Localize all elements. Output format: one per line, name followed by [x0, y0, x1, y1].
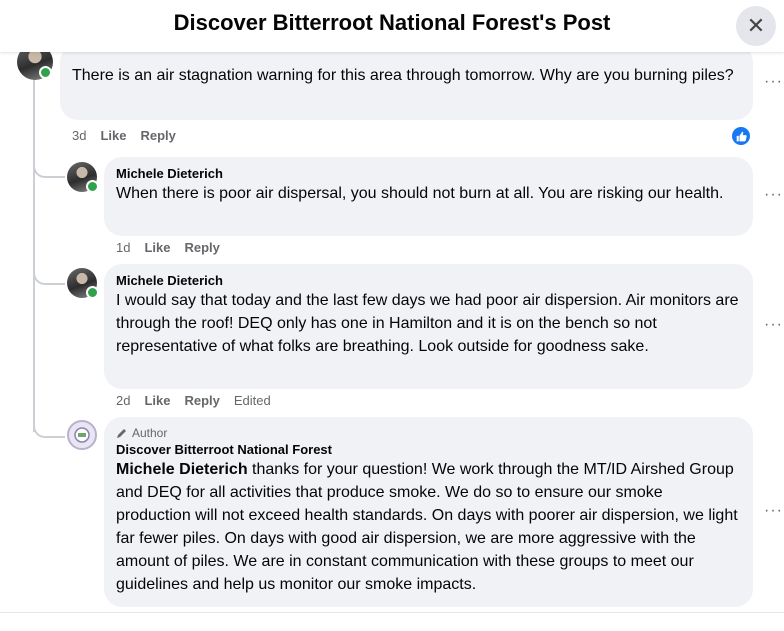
comment-time[interactable]: 3d: [72, 128, 86, 143]
comment-text: There is an air stagnation warning for t…: [72, 67, 734, 84]
comment-author[interactable]: Michele Dieterich: [116, 165, 741, 182]
comment-bubble: Author Discover Bitterroot National Fore…: [104, 417, 753, 607]
thread-line: [33, 72, 35, 432]
online-status-icon: [39, 66, 52, 79]
comment-bubble: There is an air stagnation warning for t…: [60, 44, 753, 120]
forest-logo-icon: [74, 427, 90, 443]
thread-connector: [33, 410, 65, 438]
comment-body: thanks for your question! We work throug…: [116, 461, 738, 593]
edited-label: Edited: [233, 393, 271, 408]
reply-button[interactable]: Reply: [184, 240, 219, 255]
comment-actions: 1d Like Reply: [116, 240, 220, 255]
page-avatar[interactable]: [67, 420, 97, 450]
page-title: Discover Bitterroot National Forest's Po…: [173, 10, 611, 35]
comment-text: When there is poor air dispersal, you sh…: [116, 185, 724, 202]
comment-bubble: Michele Dieterich When there is poor air…: [104, 157, 753, 236]
pencil-icon: [117, 429, 126, 438]
more-options-icon[interactable]: ···: [764, 502, 783, 520]
like-button[interactable]: Like: [144, 240, 170, 255]
online-status-icon: [86, 286, 99, 299]
like-reaction-icon[interactable]: [732, 127, 750, 145]
reply-button[interactable]: Reply: [140, 128, 175, 143]
close-button[interactable]: ✕: [736, 6, 776, 46]
online-status-icon: [86, 180, 99, 193]
comment-author[interactable]: Michele Dieterich: [116, 272, 741, 289]
like-button[interactable]: Like: [144, 393, 170, 408]
reply-button[interactable]: Reply: [184, 393, 219, 408]
comment-time[interactable]: 1d: [116, 240, 130, 255]
comment-time[interactable]: 2d: [116, 393, 130, 408]
comment-actions: 3d Like Reply: [72, 128, 176, 143]
more-options-icon[interactable]: ···: [764, 73, 783, 91]
comment-bubble: Michele Dieterich I would say that today…: [104, 264, 753, 389]
author-badge-label: Author: [132, 426, 168, 440]
thread-connector: [33, 255, 65, 285]
comment-author[interactable]: Discover Bitterroot National Forest: [116, 441, 741, 458]
comment-actions: 2d Like Reply Edited: [116, 393, 271, 408]
thread-connector: [33, 150, 65, 178]
like-button[interactable]: Like: [100, 128, 126, 143]
mention-link[interactable]: Michele Dieterich: [116, 461, 248, 478]
comment-text: Michele Dieterich thanks for your questi…: [116, 458, 741, 596]
close-icon: ✕: [746, 13, 766, 38]
more-options-icon[interactable]: ···: [764, 186, 783, 204]
more-options-icon[interactable]: ···: [764, 316, 783, 334]
author-badge: Author: [116, 425, 741, 441]
comment-composer-edge: [0, 612, 784, 631]
post-header: Discover Bitterroot National Forest's Po…: [0, 0, 784, 52]
comment-text: I would say that today and the last few …: [116, 292, 739, 355]
